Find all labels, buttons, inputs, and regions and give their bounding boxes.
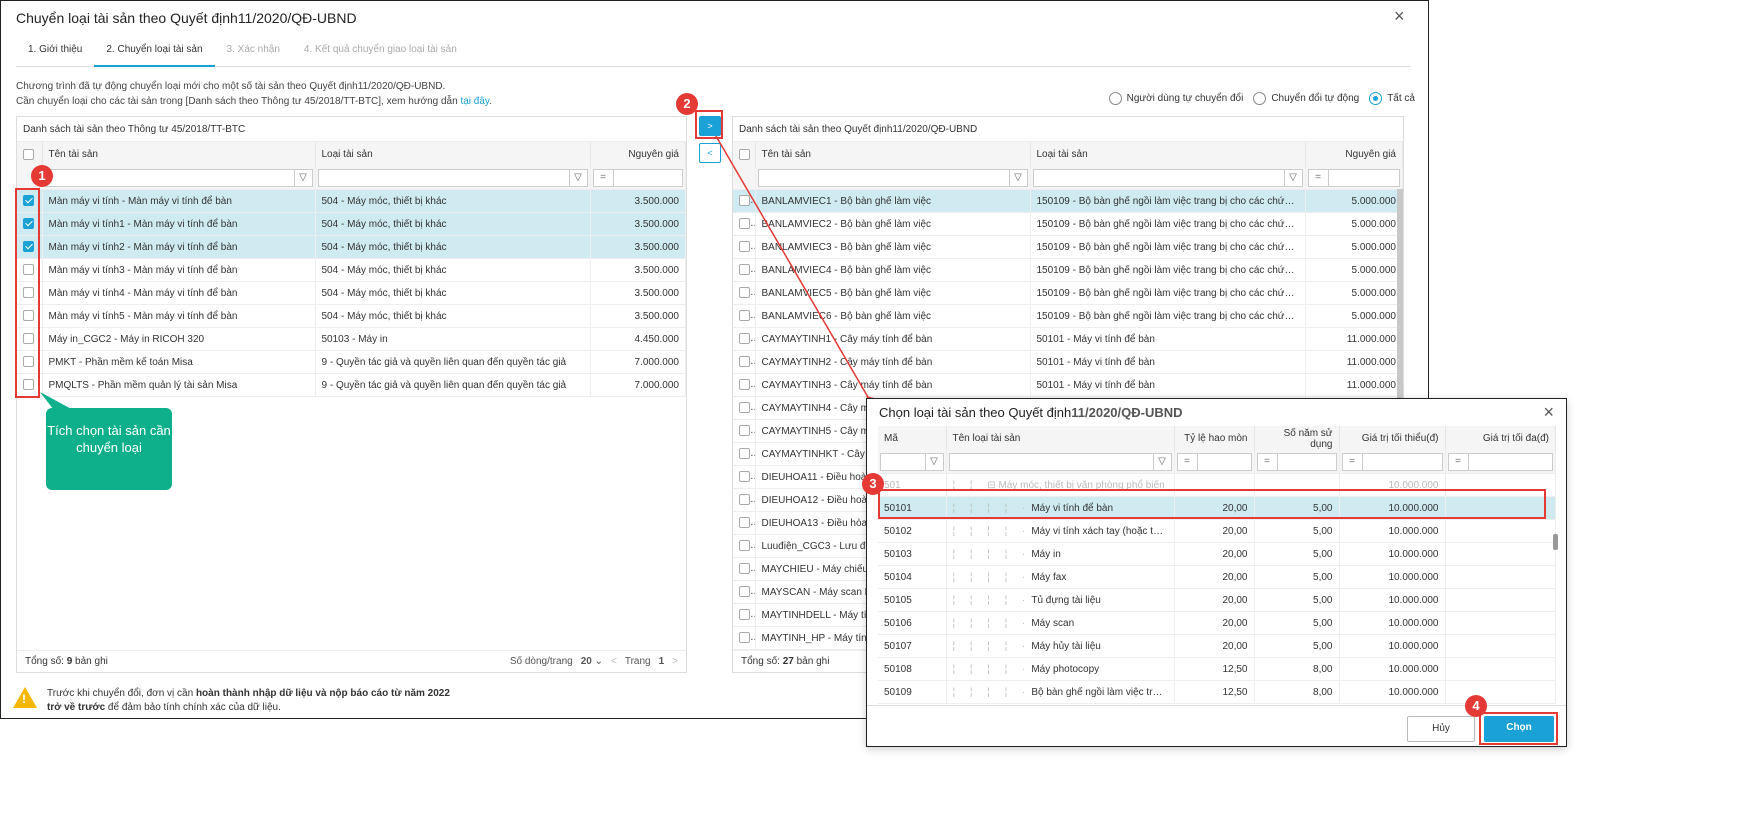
step-badge-4: 4 <box>1465 695 1487 717</box>
col-type-name[interactable]: Tên loại tài sản <box>946 426 1175 451</box>
type-code: 50102 <box>878 519 947 543</box>
max-value <box>1445 519 1556 543</box>
depreciation-rate: 12,50 <box>1174 680 1255 704</box>
tree-lines: ¦ ¦ ¦ ¦ · <box>952 617 1032 629</box>
type-code: 50104 <box>878 565 947 589</box>
row-highlight <box>878 489 1546 519</box>
min-value: 10.000.000 <box>1339 680 1446 704</box>
tree-lines: ¦ ¦ ¦ ¦ · <box>952 548 1032 560</box>
tree-lines: ¦ ¦ ¦ ¦ · <box>952 640 1032 652</box>
type-code: 50105 <box>878 588 947 612</box>
type-code: 50107 <box>878 634 947 658</box>
asset-type-row[interactable]: 50106 ¦ ¦ ¦ ¦ ·Máy scan 20,00 5,00 10.00… <box>878 611 1556 635</box>
rate-filter-input[interactable]: = <box>1176 453 1252 471</box>
scrollbar-thumb[interactable] <box>1553 534 1558 550</box>
years-of-use: 5,00 <box>1254 519 1340 543</box>
step-badge-2: 2 <box>676 93 698 115</box>
depreciation-rate: 20,00 <box>1174 634 1255 658</box>
type-name: ¦ ¦ ¦ ¦ ·Máy scan <box>946 611 1175 635</box>
min-value: 10.000.000 <box>1339 611 1446 635</box>
tree-lines: ¦ ¦ ¦ ¦ · <box>952 663 1032 675</box>
type-name: ¦ ¦ ¦ ¦ ·Máy vi tính xách tay (hoặc thiế… <box>946 519 1175 543</box>
max-value <box>1445 634 1556 658</box>
depreciation-rate: 20,00 <box>1174 519 1255 543</box>
asset-type-row[interactable]: 50107 ¦ ¦ ¦ ¦ ·Máy hủy tài liệu 20,00 5,… <box>878 634 1556 658</box>
type-name: ¦ ¦ ¦ ¦ ·Máy hủy tài liệu <box>946 634 1175 658</box>
depreciation-rate: 12,50 <box>1174 657 1255 681</box>
asset-type-table: Mã Tên loại tài sản Tỷ lệ hao mòn Số năm… <box>878 426 1556 704</box>
popup-footer-divider <box>867 705 1566 706</box>
step-badge-1: 1 <box>31 165 53 187</box>
tree-lines: ¦ ¦ ¦ ¦ · <box>952 525 1032 537</box>
min-value: 10.000.000 <box>1339 588 1446 612</box>
type-name: ¦ ¦ ¦ ¦ ·Bộ bàn ghế ngồi làm việc trang … <box>946 680 1175 704</box>
move-button-highlight <box>695 110 723 139</box>
depreciation-rate: 20,00 <box>1174 542 1255 566</box>
tree-lines: ¦ ¦ ¦ ¦ · <box>952 686 1032 698</box>
close-icon[interactable]: × <box>1543 402 1554 423</box>
years-filter-input[interactable]: = <box>1256 453 1337 471</box>
max-value <box>1445 565 1556 589</box>
checkbox-highlight <box>15 188 40 398</box>
asset-type-row[interactable]: 50103 ¦ ¦ ¦ ¦ ·Máy in 20,00 5,00 10.000.… <box>878 542 1556 566</box>
max-value <box>1445 657 1556 681</box>
col-max-value[interactable]: Giá trị tối đa(đ) <box>1445 426 1556 451</box>
type-code: 50108 <box>878 657 947 681</box>
filter-icon[interactable]: ▽ <box>924 454 943 470</box>
asset-type-row[interactable]: 50108 ¦ ¦ ¦ ¦ ·Máy photocopy 12,50 8,00 … <box>878 657 1556 681</box>
asset-type-row[interactable]: 50105 ¦ ¦ ¦ ¦ ·Tủ đựng tài liệu 20,00 5,… <box>878 588 1556 612</box>
max-value <box>1445 542 1556 566</box>
years-of-use: 8,00 <box>1254 657 1340 681</box>
choose-asset-type-popup: Chọn loại tài sản theo Quyết định11/2020… <box>866 398 1567 747</box>
years-of-use: 5,00 <box>1254 565 1340 589</box>
depreciation-rate: 20,00 <box>1174 588 1255 612</box>
instruction-callout: Tích chọn tài sản cần chuyển loại <box>46 408 172 490</box>
type-code: 50106 <box>878 611 947 635</box>
max-value <box>1445 680 1556 704</box>
min-value: 10.000.000 <box>1339 519 1446 543</box>
depreciation-rate: 20,00 <box>1174 565 1255 589</box>
asset-type-row[interactable]: 50102 ¦ ¦ ¦ ¦ ·Máy vi tính xách tay (hoặ… <box>878 519 1556 543</box>
step-badge-3: 3 <box>862 473 884 495</box>
type-name: ¦ ¦ ¦ ¦ ·Máy in <box>946 542 1175 566</box>
choose-button-highlight <box>1479 712 1558 745</box>
filter-icon[interactable]: ▽ <box>1152 454 1171 470</box>
min-value: 10.000.000 <box>1339 634 1446 658</box>
type-name-filter-input[interactable]: ▽ <box>948 453 1172 471</box>
depreciation-rate: 20,00 <box>1174 611 1255 635</box>
years-of-use: 5,00 <box>1254 542 1340 566</box>
col-years-of-use[interactable]: Số năm sử dụng <box>1254 426 1340 451</box>
col-depreciation-rate[interactable]: Tỷ lệ hao mòn <box>1174 426 1255 451</box>
min-value: 10.000.000 <box>1339 565 1446 589</box>
max-filter-input[interactable]: = <box>1447 453 1553 471</box>
years-of-use: 5,00 <box>1254 588 1340 612</box>
years-of-use: 5,00 <box>1254 634 1340 658</box>
col-code[interactable]: Mã <box>878 426 947 451</box>
min-filter-input[interactable]: = <box>1341 453 1443 471</box>
tree-lines: ¦ ¦ ¦ ¦ · <box>952 571 1032 583</box>
code-filter-input[interactable]: ▽ <box>880 453 944 471</box>
popup-title: Chọn loại tài sản theo Quyết định11/2020… <box>879 405 1183 420</box>
type-name: ¦ ¦ ¦ ¦ ·Máy photocopy <box>946 657 1175 681</box>
type-code: 50109 <box>878 680 947 704</box>
years-of-use: 5,00 <box>1254 611 1340 635</box>
type-code: 50103 <box>878 542 947 566</box>
type-name: ¦ ¦ ¦ ¦ ·Máy fax <box>946 565 1175 589</box>
min-value: 10.000.000 <box>1339 542 1446 566</box>
tree-lines: ¦ ¦ ¦ ¦ · <box>952 594 1032 606</box>
max-value <box>1445 588 1556 612</box>
cancel-button[interactable]: Hủy <box>1407 716 1475 742</box>
asset-type-row[interactable]: 50104 ¦ ¦ ¦ ¦ ·Máy fax 20,00 5,00 10.000… <box>878 565 1556 589</box>
col-min-value[interactable]: Giá trị tối thiểu(đ) <box>1339 426 1446 451</box>
type-name: ¦ ¦ ¦ ¦ ·Tủ đựng tài liệu <box>946 588 1175 612</box>
max-value <box>1445 611 1556 635</box>
asset-type-row[interactable]: 50109 ¦ ¦ ¦ ¦ ·Bộ bàn ghế ngồi làm việc … <box>878 680 1556 704</box>
min-value: 10.000.000 <box>1339 657 1446 681</box>
years-of-use: 8,00 <box>1254 680 1340 704</box>
